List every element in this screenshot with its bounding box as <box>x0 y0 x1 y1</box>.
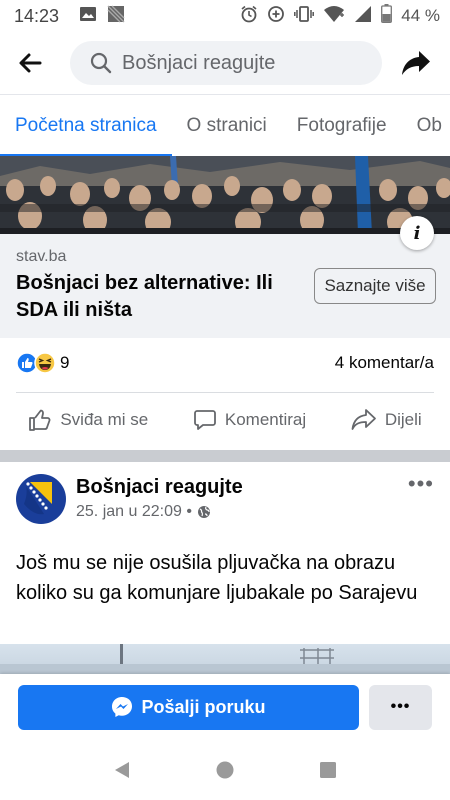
info-icon[interactable]: i <box>400 216 434 250</box>
page-action-bar: Pošalji poruku ••• <box>0 674 450 740</box>
share-page-button[interactable] <box>382 32 450 94</box>
alarm-icon <box>240 5 258 28</box>
reaction-icons[interactable] <box>16 352 56 374</box>
post-header: Bošnjaci reagujte 25. jan u 22:09 • ••• <box>16 473 434 534</box>
app-notification-icon <box>107 5 125 28</box>
nav-back-icon[interactable] <box>112 760 132 780</box>
comment-button[interactable]: Komentiraj <box>193 408 306 432</box>
link-preview-card[interactable]: stav.ba Bošnjaci bez alternative: Ili SD… <box>0 234 450 338</box>
share-arrow-icon <box>402 51 430 75</box>
send-message-label: Pošalji poruku <box>141 696 266 717</box>
send-message-button[interactable]: Pošalji poruku <box>18 684 359 730</box>
reaction-count[interactable]: 9 <box>60 353 69 373</box>
like-label: Sviđa mi se <box>60 410 149 429</box>
tab-about[interactable]: O stranici <box>172 95 282 156</box>
post-image[interactable] <box>0 644 450 674</box>
share-icon <box>351 409 376 430</box>
globe-icon <box>197 506 210 518</box>
haha-reaction-icon <box>34 352 56 374</box>
thumbs-up-icon <box>29 409 51 431</box>
back-button[interactable] <box>0 32 60 94</box>
post-actions: Sviđa mi se Komentiraj Dijeli <box>0 396 450 444</box>
signal-icon <box>354 5 372 28</box>
messenger-icon <box>112 697 133 717</box>
share-label: Dijeli <box>384 410 422 429</box>
post-timestamp[interactable]: 25. jan u 22:09 • <box>76 503 192 521</box>
battery-icon <box>381 4 393 28</box>
battery-percent: 44 % <box>401 6 440 25</box>
status-bar: 14:23 44 % <box>0 0 450 32</box>
link-title[interactable]: Bošnjaci bez alternative: Ili SDA ili ni… <box>16 270 306 324</box>
like-button[interactable]: Sviđa mi se <box>28 408 148 432</box>
tab-events[interactable]: Ob <box>402 95 450 156</box>
divider <box>16 392 434 393</box>
post-author[interactable]: Bošnjaci reagujte <box>76 474 243 500</box>
share-button[interactable]: Dijeli <box>351 408 422 432</box>
avatar[interactable] <box>16 474 66 524</box>
link-preview-image[interactable] <box>0 156 450 234</box>
learn-more-button[interactable]: Saznajte više <box>314 268 436 304</box>
comment-icon <box>193 410 216 430</box>
feed-separator <box>0 450 450 462</box>
search-query: Bošnjaci reagujte <box>122 51 276 74</box>
post-more-button[interactable]: ••• <box>408 473 434 495</box>
wifi-icon <box>323 5 345 28</box>
search-icon <box>90 52 112 74</box>
link-domain: stav.ba <box>16 248 67 265</box>
post-text: Još mu se nije osušila pljuvačka na obra… <box>16 552 418 604</box>
tab-photos[interactable]: Fotografije <box>282 95 402 156</box>
comment-label: Komentiraj <box>224 410 307 429</box>
status-time: 14:23 <box>14 5 60 26</box>
search-input[interactable]: Bošnjaci reagujte <box>70 41 382 85</box>
nav-home-icon[interactable] <box>215 760 235 780</box>
more-options-button[interactable]: ••• <box>369 684 432 730</box>
tab-home[interactable]: Početna stranica <box>0 95 172 156</box>
nav-recents-icon[interactable] <box>318 760 338 780</box>
arrow-left-icon <box>19 53 42 73</box>
page-tabs: Početna stranica O stranici Fotografije … <box>0 94 450 156</box>
gallery-icon <box>79 6 97 27</box>
vibrate-icon <box>294 5 315 28</box>
bosnia-flag-icon <box>16 474 66 524</box>
comment-count[interactable]: 4 komentar/a <box>335 353 434 373</box>
reactions-row: 9 4 komentar/a <box>16 348 434 378</box>
data-saver-icon <box>267 5 285 28</box>
system-nav-bar <box>0 740 450 800</box>
page-header: Bošnjaci reagujte <box>0 32 450 94</box>
